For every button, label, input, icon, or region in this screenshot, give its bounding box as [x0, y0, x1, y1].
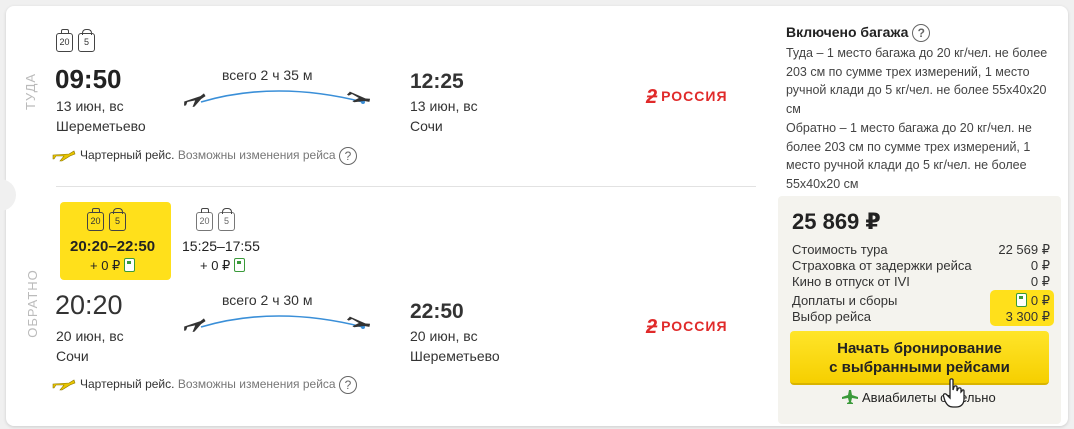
inbound-arrive-airport: Шереметьево — [410, 348, 500, 364]
tour-flight-card: ТУДА 20 5 09:50 13 июн, вс Шереметьево вс… — [0, 6, 1068, 426]
suitcase-icon: 20 — [196, 208, 213, 231]
help-icon[interactable]: ? — [338, 147, 357, 165]
baggage-info-outbound: Туда – 1 место багажа до 20 кг/чел. не б… — [786, 46, 1048, 116]
suitcase-icon: 20 — [87, 208, 104, 231]
option-baggage-icons: 20 5 — [87, 208, 131, 231]
outbound-route-arc — [183, 90, 371, 108]
baggage-info-title: Включено багажа ? — [786, 24, 931, 43]
inbound-arrive-time: 22:50 — [410, 300, 464, 323]
price-row: Стоимость тура 22 569 ₽ — [792, 242, 1050, 257]
total-price: 25 869 ₽ — [792, 209, 881, 234]
inbound-airline-logo: ƻ РОССИЯ — [646, 316, 728, 339]
inbound-depart-airport: Сочи — [56, 348, 89, 364]
baggage-info-inbound: Обратно – 1 место багажа до 20 кг/чел. н… — [786, 121, 1032, 191]
inbound-arrive-date: 20 июн, вс — [410, 328, 478, 344]
outbound-airline-logo: ƻ РОССИЯ — [646, 86, 728, 109]
direction-label-outbound: ТУДА — [23, 72, 39, 111]
fuel-icon — [123, 258, 135, 272]
option-time-range: 15:25–17:55 — [182, 238, 260, 254]
inbound-charter-note: Чартерный рейс. Возможны изменения рейса… — [52, 376, 357, 394]
start-booking-button[interactable]: Начать бронирование с выбранными рейсами — [790, 331, 1049, 385]
card-notch — [0, 179, 16, 211]
option-extra-price: + 0 ₽ — [200, 258, 245, 274]
outbound-arrive-date: 13 июн, вс — [410, 98, 478, 114]
outbound-baggage-icons: 20 5 — [56, 29, 100, 52]
inbound-depart-time: 20:20 — [55, 290, 123, 320]
handbag-icon: 5 — [218, 208, 235, 231]
outbound-depart-date: 13 июн, вс — [56, 98, 124, 114]
hand-cursor-icon — [943, 378, 965, 408]
inbound-flight-option[interactable]: 20 5 15:25–17:55 + 0 ₽ — [182, 202, 272, 280]
price-row: Выбор рейса 3 300 ₽ — [792, 309, 1050, 324]
handbag-icon: 5 — [78, 29, 95, 52]
price-panel: 25 869 ₽ Стоимость тура 22 569 ₽ Страховк… — [778, 196, 1061, 424]
fuel-icon — [233, 258, 245, 272]
price-row: Доплаты и сборы 0 ₽ — [792, 293, 1050, 308]
inbound-flight-option-selected[interactable]: 20 5 20:20–22:50 + 0 ₽ — [60, 202, 171, 280]
suitcase-icon: 20 — [56, 29, 73, 52]
option-time-range: 20:20–22:50 — [70, 238, 156, 255]
price-row: Страховка от задержки рейса 0 ₽ — [792, 258, 1050, 273]
inbound-depart-date: 20 июн, вс — [56, 328, 124, 344]
airline-name: РОССИЯ — [661, 88, 728, 104]
help-icon[interactable]: ? — [338, 376, 357, 394]
airtickets-link[interactable]: Авиабилеты отдельно — [842, 390, 996, 405]
inbound-route-arc — [183, 315, 371, 333]
outbound-charter-note: Чартерный рейс. Возможны изменения рейса… — [52, 147, 357, 165]
outbound-arrive-airport: Сочи — [410, 118, 443, 134]
help-icon[interactable]: ? — [912, 24, 931, 43]
airline-name: РОССИЯ — [661, 318, 728, 334]
rossiya-logo-icon: ƻ — [646, 86, 658, 108]
direction-label-inbound: ОБРАТНО — [24, 269, 40, 338]
charter-plane-icon — [52, 379, 76, 391]
rossiya-logo-icon: ƻ — [646, 316, 658, 338]
option-extra-price: + 0 ₽ — [90, 258, 135, 274]
charter-plane-icon — [52, 150, 76, 162]
green-plane-icon — [842, 390, 858, 404]
fuel-icon — [1016, 293, 1028, 307]
outbound-depart-time: 09:50 — [55, 64, 122, 94]
option-baggage-icons: 20 5 — [196, 208, 240, 231]
handbag-icon: 5 — [109, 208, 126, 231]
outbound-arrive-time: 12:25 — [410, 70, 464, 93]
outbound-depart-airport: Шереметьево — [56, 118, 146, 134]
price-row: Кино в отпуск от IVI 0 ₽ — [792, 274, 1050, 289]
section-divider — [56, 186, 756, 187]
